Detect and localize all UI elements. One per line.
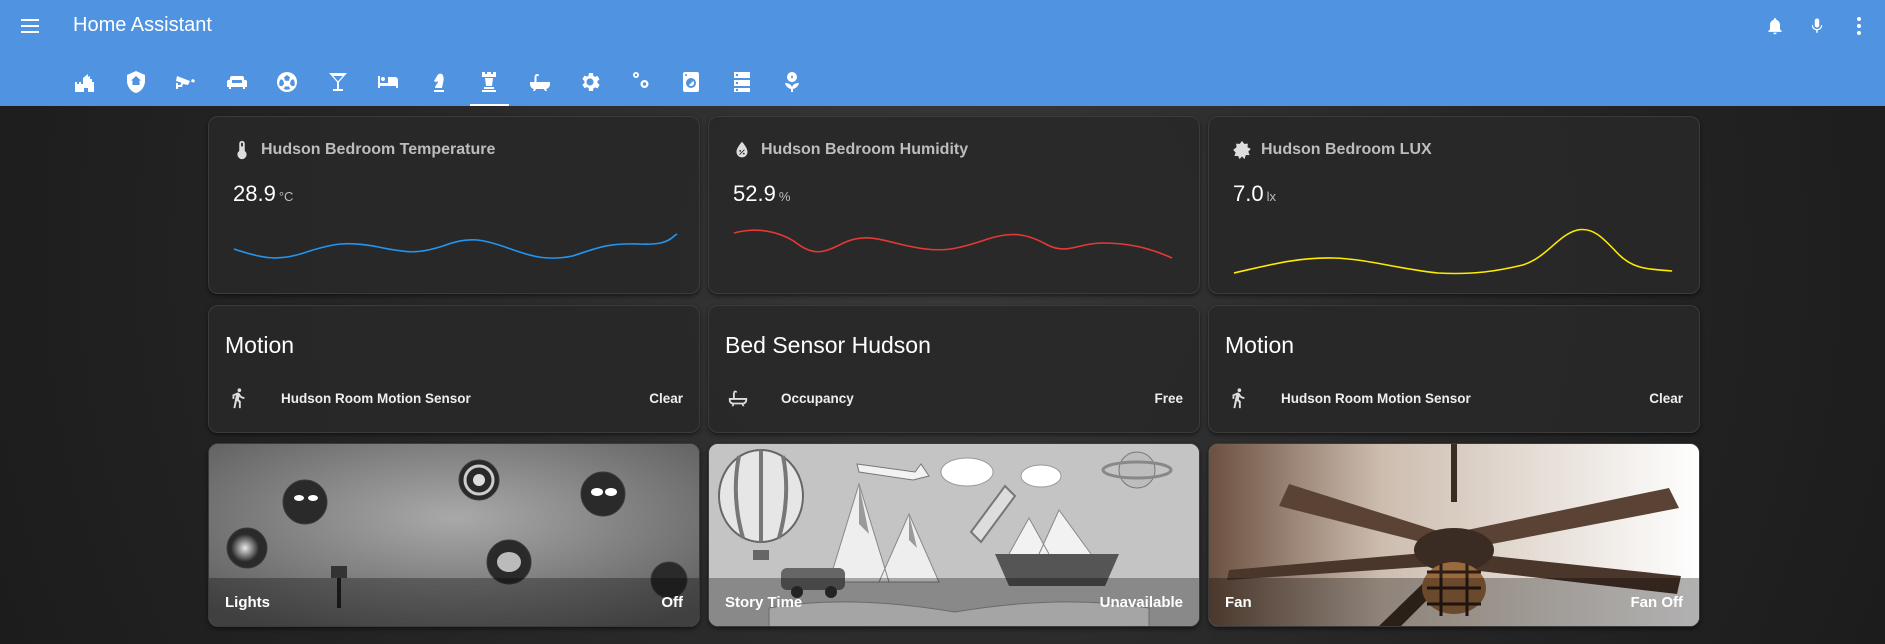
water-percent-icon (736, 141, 748, 158)
bed-icon (378, 76, 399, 88)
lux-sparkline (1233, 228, 1673, 275)
tab-living-room[interactable] (212, 58, 263, 106)
sensor-value: 52.9 (733, 181, 776, 206)
castle-icon (75, 74, 95, 92)
sensor-card-humidity[interactable]: Hudson Bedroom Humidity 52.9% (708, 116, 1200, 294)
picture-name: Story Time (725, 593, 803, 611)
sensor-unit: lx (1266, 189, 1276, 204)
bell-icon[interactable] (1763, 14, 1787, 38)
entity-name: Hudson Room Motion Sensor (1281, 390, 1471, 406)
entity-card-bed-sensor: Bed Sensor Hudson Occupancy Free (708, 305, 1200, 433)
tab-bathroom[interactable] (515, 58, 566, 106)
tab-laundry[interactable] (666, 58, 717, 106)
card-title: Motion (225, 332, 295, 358)
tab-server[interactable] (717, 58, 768, 106)
bathtub-icon (728, 390, 748, 407)
bathtub-icon (529, 74, 550, 91)
glass-cocktail-icon (328, 73, 347, 91)
picture-state: Off (661, 593, 683, 611)
entity-card-motion-1: Motion Hudson Room Motion Sensor Clear (208, 305, 700, 433)
cogs-icon (632, 72, 649, 88)
soccer-icon (277, 72, 298, 92)
entity-name: Occupancy (781, 390, 854, 406)
sensor-value: 7.0 (1233, 181, 1264, 206)
server-icon (733, 72, 750, 92)
tab-castle[interactable] (60, 58, 111, 106)
tab-bar[interactable] (313, 58, 364, 106)
entity-row[interactable]: Hudson Room Motion Sensor Clear (1225, 384, 1683, 412)
sprout-icon (785, 72, 800, 92)
chess-knight-icon (433, 73, 444, 92)
sensor-name: Hudson Bedroom LUX (1261, 141, 1432, 158)
sensor-card-temperature[interactable]: Hudson Bedroom Temperature 28.9 °C (208, 116, 700, 294)
picture-name: Lights (225, 593, 270, 611)
app-header: Home Assistant (0, 0, 1885, 106)
tab-bedroom[interactable] (363, 58, 414, 106)
entity-row[interactable]: Occupancy Free (725, 384, 1183, 412)
walk-icon (1232, 388, 1245, 409)
thermometer-icon (237, 140, 247, 160)
entity-row[interactable]: Hudson Room Motion Sensor Clear (225, 384, 683, 412)
sensor-name: Hudson Bedroom Temperature (261, 141, 496, 158)
chess-rook-icon (482, 72, 497, 92)
view-tabs (60, 58, 818, 106)
temperature-sparkline (233, 233, 678, 259)
microphone-icon[interactable] (1805, 14, 1829, 38)
sensor-unit: % (778, 189, 791, 204)
walk-icon (232, 388, 245, 409)
app-title: Home Assistant (73, 14, 212, 36)
tab-games-room[interactable] (262, 58, 313, 106)
brightness-icon (1233, 140, 1251, 160)
tab-system[interactable] (616, 58, 667, 106)
washing-machine-icon (683, 72, 700, 92)
sensor-name: Hudson Bedroom Humidity (761, 141, 969, 158)
picture-name: Fan (1225, 593, 1252, 611)
tab-settings[interactable] (565, 58, 616, 106)
card-title: Motion (1225, 332, 1295, 358)
sofa-icon (226, 76, 247, 89)
picture-card-story-time[interactable]: Story Time Unavailable (708, 443, 1200, 627)
sensor-value: 28.9 (233, 181, 276, 206)
tab-cameras[interactable] (161, 58, 212, 106)
entity-name: Hudson Room Motion Sensor (281, 390, 471, 406)
picture-state: Unavailable (1099, 593, 1183, 611)
humidity-sparkline (733, 229, 1173, 259)
sensor-card-lux[interactable]: Hudson Bedroom LUX 7.0 lx (1208, 116, 1700, 294)
more-vertical-icon[interactable] (1847, 14, 1871, 38)
cctv-icon (176, 76, 196, 89)
shield-home-icon (126, 71, 145, 93)
tab-kids-room[interactable] (414, 58, 465, 106)
entity-state: Free (1154, 390, 1183, 406)
menu-icon[interactable] (20, 16, 42, 36)
picture-card-fan[interactable]: Fan Fan Off (1208, 443, 1700, 627)
sensor-unit: °C (278, 189, 294, 204)
picture-state: Fan Off (1630, 593, 1684, 611)
picture-card-lights[interactable]: Lights Off (208, 443, 700, 627)
entity-state: Clear (649, 390, 683, 406)
entity-card-motion-2: Motion Hudson Room Motion Sensor Clear (1208, 305, 1700, 433)
card-title: Bed Sensor Hudson (725, 332, 931, 358)
cog-icon (582, 73, 600, 91)
tab-garden[interactable] (767, 58, 818, 106)
tab-security[interactable] (111, 58, 162, 106)
tab-hudson-room[interactable] (464, 58, 515, 106)
entity-state: Clear (1649, 390, 1683, 406)
